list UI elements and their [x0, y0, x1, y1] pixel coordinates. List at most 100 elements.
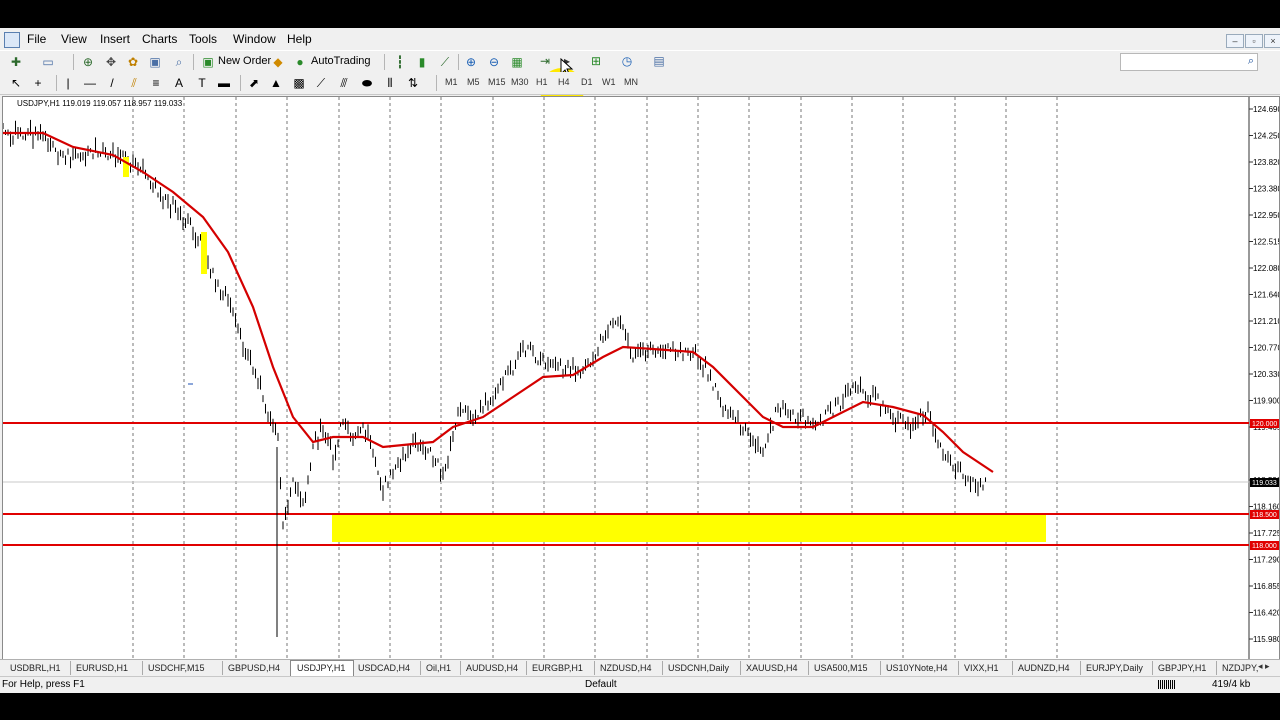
templates-icon[interactable]: ▤: [651, 53, 667, 69]
separator: [73, 54, 74, 70]
more-tools-icon[interactable]: ⇅: [405, 75, 421, 91]
chart-tab[interactable]: USDBRL,H1: [4, 661, 71, 675]
price-tick-label: 115.980: [1253, 635, 1279, 644]
price-chart[interactable]: 124.690 124.250 123.820 123.380 122.950 122.5…: [2, 97, 1280, 681]
triangle-tool-icon[interactable]: ▲: [268, 75, 284, 91]
navigator-icon[interactable]: ✿: [125, 54, 141, 70]
gann-fan-icon[interactable]: ⟋: [313, 75, 329, 91]
price-tick-label: 116.420: [1253, 609, 1279, 618]
menu-tools[interactable]: Tools: [189, 32, 217, 46]
timeframe-w1[interactable]: W1: [602, 77, 616, 87]
chart-tab[interactable]: USDCAD,H4: [352, 661, 421, 675]
menu-insert[interactable]: Insert: [100, 32, 130, 46]
tab-scroll-arrows-icon[interactable]: ◂ ▸: [1258, 661, 1280, 672]
new-order-button[interactable]: New Order: [218, 55, 271, 67]
indicators-icon[interactable]: ⊞: [588, 53, 604, 69]
chart-tab[interactable]: GBPJPY,H1: [1152, 661, 1217, 675]
minimize-icon[interactable]: –: [1226, 34, 1244, 48]
zoom-out-icon[interactable]: ⊖: [486, 54, 502, 70]
crosshair-icon[interactable]: ✥: [103, 54, 119, 70]
cursor-icon[interactable]: ↖: [8, 75, 24, 91]
autotrading-icon[interactable]: ●: [292, 54, 308, 70]
separator: [436, 75, 437, 91]
menu-file[interactable]: File: [27, 32, 46, 46]
fibonacci-icon[interactable]: ≡: [148, 75, 164, 91]
moving-average-line: [3, 131, 994, 473]
separator: [56, 75, 57, 91]
menu-help[interactable]: Help: [287, 32, 312, 46]
cycle-lines-icon[interactable]: ⦀: [382, 75, 398, 91]
menu-bar: File View Insert Charts Tools Window Hel…: [0, 28, 1280, 50]
price-tick-label: 121.210: [1253, 317, 1279, 326]
chart-tab[interactable]: USDCNH,Daily: [662, 661, 741, 675]
timeframe-m30[interactable]: M30: [511, 77, 529, 87]
timeframe-m15[interactable]: M15: [488, 77, 506, 87]
timeframe-m1[interactable]: M1: [445, 77, 458, 87]
chart-tab[interactable]: USDJPY,H1: [290, 660, 354, 677]
chart-tab[interactable]: AUDUSD,H4: [460, 661, 527, 675]
market-watch-icon[interactable]: ⊕: [80, 54, 96, 70]
timeframe-h1[interactable]: H1: [536, 77, 548, 87]
chart-tab[interactable]: Oil,H1: [420, 661, 461, 675]
crosshair-tool-icon[interactable]: +: [30, 75, 46, 91]
grid-tool-icon[interactable]: ▩: [291, 75, 307, 91]
arrow-tool-icon[interactable]: ⬈: [246, 75, 262, 91]
app-logo-icon: [4, 32, 20, 48]
chart-tab[interactable]: NZDUSD,H4: [594, 661, 663, 675]
horizontal-line-icon[interactable]: —: [82, 75, 98, 91]
menu-window[interactable]: Window: [233, 32, 276, 46]
text-tool-icon[interactable]: A: [171, 75, 187, 91]
chart-tab[interactable]: XAUUSD,H4: [740, 661, 809, 675]
timeframe-d1[interactable]: D1: [581, 77, 593, 87]
chart-tab[interactable]: EURGBP,H1: [526, 661, 595, 675]
channel-tool-icon[interactable]: ⫻: [336, 75, 352, 91]
tile-windows-icon[interactable]: ▦: [509, 54, 525, 70]
price-tick-label: 117.290: [1253, 556, 1279, 565]
chart-tab[interactable]: USA500,M15: [808, 661, 881, 675]
support-zone: [332, 515, 1046, 542]
rectangle-tool-icon[interactable]: ▬: [216, 75, 232, 91]
text-label-icon[interactable]: T: [194, 75, 210, 91]
trendline-icon[interactable]: /: [104, 75, 120, 91]
menu-view[interactable]: View: [61, 32, 87, 46]
chart-tab[interactable]: VIXX,H1: [958, 661, 1013, 675]
restore-icon[interactable]: ▫: [1245, 34, 1263, 48]
price-level-label: 118.000: [1252, 543, 1277, 550]
strategy-tester-icon[interactable]: ⌕: [171, 54, 187, 70]
traffic-indicator: 419/4 kb: [1212, 679, 1251, 690]
chart-tab[interactable]: US10YNote,H4: [880, 661, 959, 675]
separator: [193, 54, 194, 70]
timeframe-m5[interactable]: M5: [467, 77, 480, 87]
chart-tab[interactable]: EURUSD,H1: [70, 661, 143, 675]
timeframe-h4[interactable]: H4: [558, 77, 570, 87]
candlestick-icon[interactable]: ▮: [414, 54, 430, 70]
autotrading-button[interactable]: AutoTrading: [311, 55, 371, 67]
profiles-icon[interactable]: ▭: [40, 54, 56, 70]
zoom-in-icon[interactable]: ⊕: [463, 54, 479, 70]
chart-tab[interactable]: AUDNZD,H4: [1012, 661, 1081, 675]
bar-chart-icon[interactable]: ┇: [392, 54, 408, 70]
chart-window[interactable]: 124.690 124.250 123.820 123.380 122.950 122.5…: [2, 96, 1280, 681]
chart-tabs-bar: USDBRL,H1 EURUSD,H1 USDCHF,M15 GBPUSD,H4 USD…: [0, 659, 1280, 677]
search-input[interactable]: ⌕: [1120, 53, 1258, 71]
ellipse-tool-icon[interactable]: ⬬: [359, 75, 375, 91]
timeframe-mn[interactable]: MN: [624, 77, 638, 87]
new-chart-icon[interactable]: ✚: [8, 54, 24, 70]
search-icon: ⌕: [1247, 55, 1254, 67]
vertical-line-icon[interactable]: |: [60, 75, 76, 91]
menu-charts[interactable]: Charts: [142, 32, 177, 46]
separator: [240, 75, 241, 91]
chart-shift-icon[interactable]: ⇥: [537, 53, 553, 69]
periods-icon[interactable]: ◷: [619, 53, 635, 69]
chart-tab[interactable]: EURJPY,Daily: [1080, 661, 1153, 675]
terminal-icon[interactable]: ▣: [147, 54, 163, 70]
equidistant-channel-icon[interactable]: ⫽: [126, 75, 142, 91]
chart-tab[interactable]: GBPUSD,H4: [222, 661, 291, 675]
close-icon[interactable]: ×: [1264, 34, 1280, 48]
connection-icon: [1158, 680, 1176, 689]
chart-tab[interactable]: USDCHF,M15: [142, 661, 223, 675]
line-chart-icon[interactable]: ⟋: [437, 54, 453, 70]
chart-toolbar-extra: ⇥ ▸ ⊞ ◷ ▤: [530, 50, 690, 72]
metaeditor-icon[interactable]: ◆: [270, 54, 286, 70]
new-order-icon[interactable]: ▣: [200, 54, 216, 70]
